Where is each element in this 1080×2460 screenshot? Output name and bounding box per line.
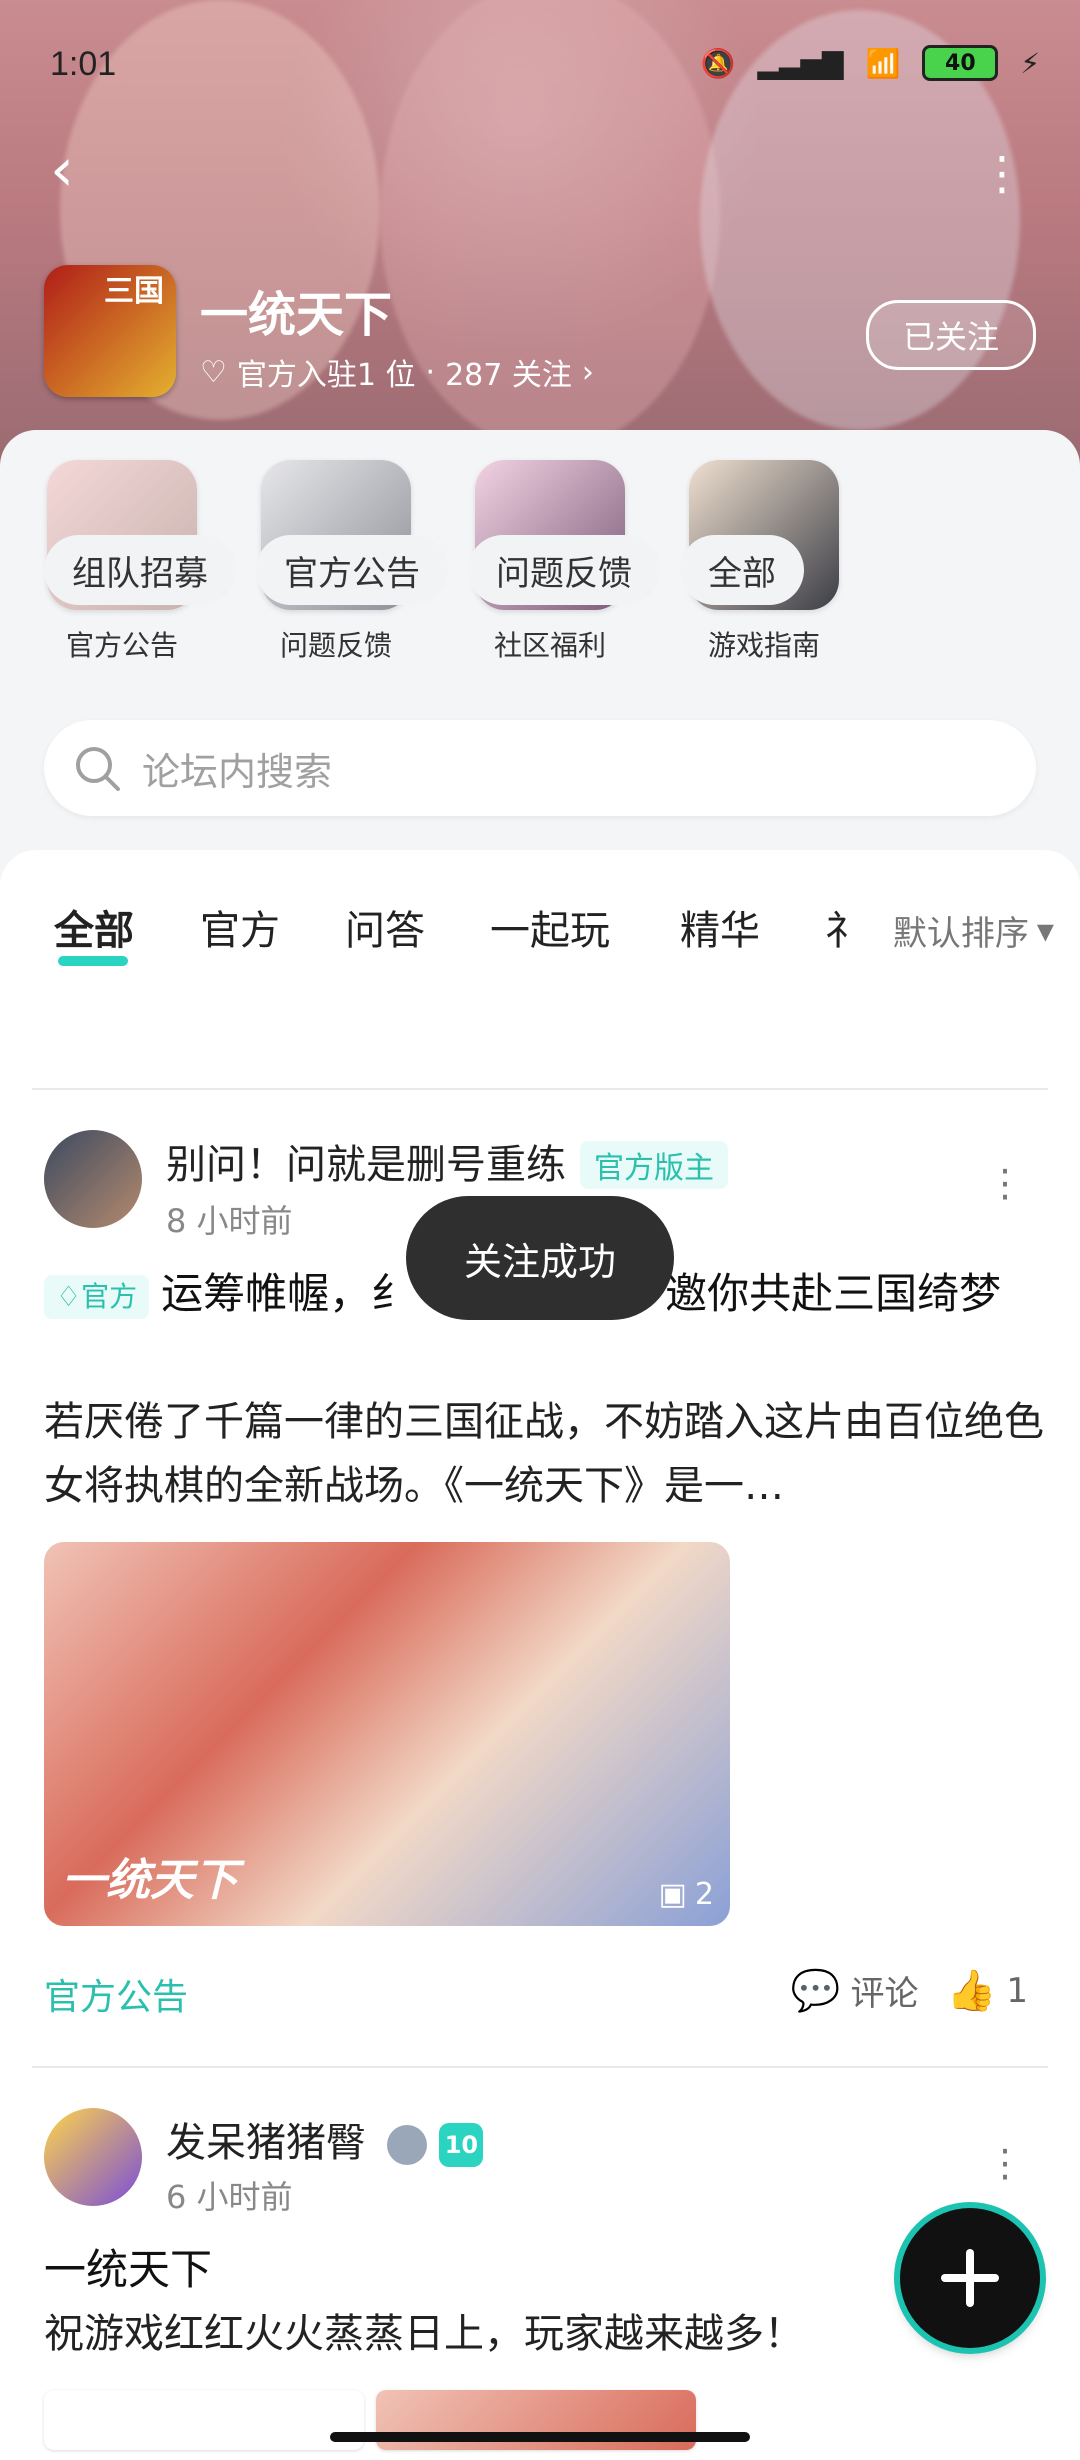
image-icon: ▣ [658, 1877, 687, 1912]
post-image-thumb[interactable] [44, 2390, 364, 2450]
post-title[interactable]: 一统天下 [44, 2238, 1044, 2302]
chip-team-recruit[interactable]: 组队招募 [44, 535, 236, 605]
author-name: 别问！问就是删号重练 [166, 1142, 566, 1188]
game-meta[interactable]: ♡ 官方入驻1 位 · 287 关注 › [200, 350, 594, 394]
post-more-icon[interactable]: ⋮ [986, 2144, 1024, 2182]
tab-official[interactable]: 官方 [200, 898, 280, 956]
divider [32, 2066, 1048, 2068]
chevron-right-icon: › [581, 354, 594, 390]
mute-icon: 🔕 [700, 46, 736, 80]
wifi-icon: 📶 [865, 46, 901, 80]
like-count: 1 [1006, 1970, 1028, 2011]
tab-featured[interactable]: 精华 [680, 898, 760, 956]
game-icon-text: 三国 [104, 274, 164, 309]
chip-feedback[interactable]: 问题反馈 [468, 535, 660, 605]
tab-qa[interactable]: 问答 [345, 898, 425, 956]
post-author[interactable]: 别问！问就是删号重练 官方版主 [166, 1132, 728, 1190]
post-body[interactable]: 祝游戏红红火火蒸蒸日上，玩家越来越多！ [44, 2302, 1044, 2366]
comment-button[interactable]: 💬 评论 [791, 1966, 919, 2015]
meta-separator: · [425, 354, 436, 390]
game-title: 一统天下 [200, 287, 393, 343]
post-category-link[interactable]: 官方公告 [44, 1968, 188, 2020]
create-post-button[interactable] [900, 2208, 1040, 2348]
followers-count: 287 关注 [445, 358, 572, 393]
more-icon[interactable]: ⋮ [979, 150, 1025, 196]
post-image[interactable]: 一统天下 ▣ 2 [44, 1542, 730, 1926]
comment-label: 评论 [850, 1974, 919, 2014]
official-tag-label: 官方 [81, 1279, 138, 1313]
post-time: 6 小时前 [166, 2178, 293, 2216]
status-time: 1:01 [50, 45, 117, 83]
chip-all[interactable]: 全部 [680, 535, 804, 605]
status-icons: 🔕 ▂▃▅▇ 📶 40 ⚡ [700, 45, 1040, 81]
toast: 关注成功 [406, 1196, 674, 1320]
charging-icon: ⚡ [1020, 46, 1040, 80]
official-tag: ♢ 官方 [44, 1274, 150, 1319]
signal-icon: ▂▃▅▇ [757, 46, 844, 80]
image-count: ▣ 2 [659, 1877, 714, 1912]
home-indicator[interactable] [330, 2432, 750, 2442]
moderator-badge: 官方版主 [580, 1141, 728, 1189]
avatar[interactable] [44, 2108, 142, 2206]
game-icon: 三国 [44, 265, 176, 397]
post-more-icon[interactable]: ⋮ [986, 1164, 1024, 1202]
search-input[interactable]: 论坛内搜索 [44, 720, 1036, 816]
active-tab-indicator [58, 956, 128, 966]
medal-icon [386, 2125, 427, 2165]
quick-link-label: 问题反馈 [279, 629, 392, 662]
search-placeholder: 论坛内搜索 [142, 749, 333, 794]
subcategory-chips: 组队招募 官方公告 问题反馈 全部 [44, 535, 804, 605]
tab-more[interactable]: 礻 [825, 898, 865, 956]
image-overlay-text: 一统天下 [62, 1855, 238, 1906]
plus-icon [941, 2249, 999, 2307]
post-time: 8 小时前 [166, 1202, 293, 1240]
diamond-icon: ♢ [56, 1279, 82, 1313]
tab-play-together[interactable]: 一起玩 [490, 898, 610, 956]
post-author[interactable]: 发呆猪猪臀 10 [166, 2110, 484, 2168]
battery-icon: 40 [922, 45, 999, 81]
tab-all[interactable]: 全部 [54, 898, 134, 956]
divider [32, 1088, 1048, 1090]
post-actions: 💬 评论 👍 1 [791, 1966, 1028, 2015]
diamond-icon: ♡ [200, 354, 227, 390]
sort-label: 默认排序 [892, 914, 1029, 954]
level-badge: 10 [439, 2123, 484, 2167]
status-bar: 1:01 🔕 ▂▃▅▇ 📶 40 ⚡ [0, 0, 1080, 130]
caret-down-icon: ▾ [1036, 910, 1054, 951]
thumbs-up-icon: 👍 [946, 1968, 997, 2014]
author-name: 发呆猪猪臀 [166, 2120, 366, 2166]
quick-link-label: 官方公告 [65, 629, 178, 662]
search-icon [76, 747, 120, 791]
comment-icon: 💬 [790, 1968, 841, 2014]
battery-level: 40 [945, 50, 976, 76]
back-icon[interactable]: ‹ [50, 135, 74, 205]
chip-official-notice[interactable]: 官方公告 [256, 535, 448, 605]
official-count: 官方入驻1 位 [236, 358, 416, 393]
like-button[interactable]: 👍 1 [947, 1967, 1028, 2014]
level-value: 10 [444, 2131, 479, 2159]
quick-link-label: 游戏指南 [707, 629, 820, 662]
quick-link-label: 社区福利 [493, 629, 606, 662]
sort-dropdown[interactable]: 默认排序 ▾ [893, 906, 1054, 955]
avatar[interactable] [44, 1130, 142, 1228]
image-count-value: 2 [694, 1877, 714, 1912]
category-tabs: 全部 官方 问答 一起玩 精华 礻 默认排序 ▾ [0, 850, 1080, 1000]
post-body[interactable]: 若厌倦了千篇一律的三国征战，不妨踏入这片由百位绝色女将执棋的全新战场。《一统天下… [44, 1390, 1044, 1518]
follow-button[interactable]: 已关注 [866, 300, 1036, 370]
